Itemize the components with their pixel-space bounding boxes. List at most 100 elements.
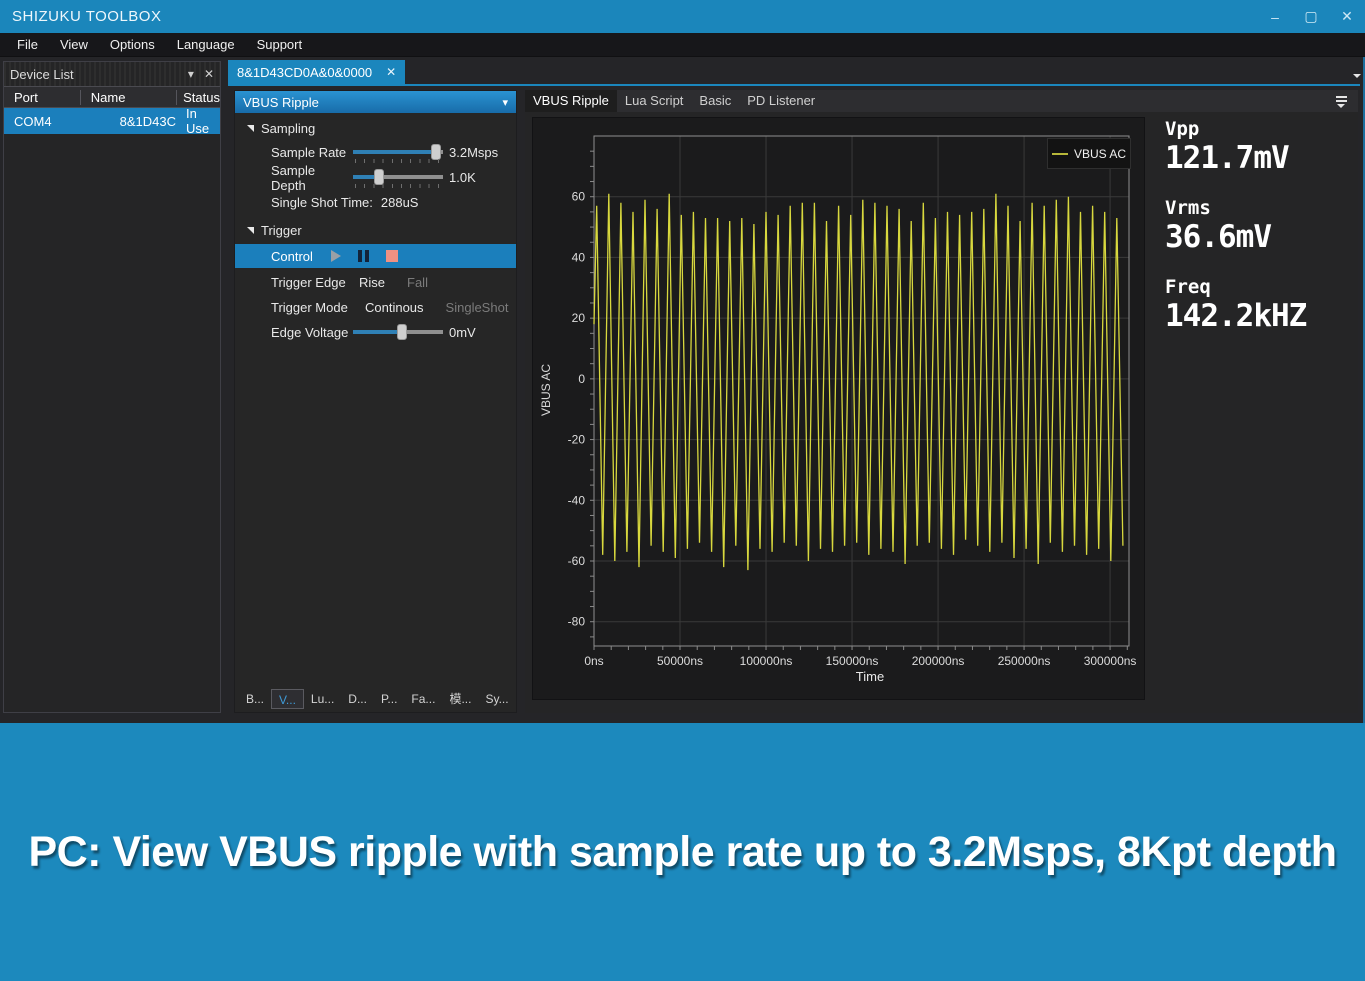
x-tick-label: 0ns [584, 654, 603, 668]
title-bar: SHIZUKU TOOLBOX – ▢ ✕ [0, 0, 1365, 33]
tab-vbus-ripple[interactable]: VBUS Ripple [525, 90, 617, 112]
menu-language[interactable]: Language [166, 33, 246, 57]
y-axis-label: VBUS AC [539, 355, 553, 425]
y-tick-label: -80 [568, 615, 586, 629]
menu-file[interactable]: File [6, 33, 49, 57]
trigger-control-row[interactable]: Control [235, 244, 516, 268]
signal-select-combobox[interactable]: VBUS Ripple ▾ [235, 91, 516, 113]
tab-lua-script[interactable]: Lua Script [617, 90, 692, 112]
content-area: Device List ▾ ✕ Port Name Status COM4 8&… [0, 57, 1365, 723]
pause-icon[interactable] [358, 250, 369, 262]
x-axis-label: Time [533, 669, 1146, 684]
vpp-reading: Vpp 121.7mV [1165, 118, 1306, 176]
device-list-header: Device List ▾ ✕ [4, 62, 220, 86]
sample-rate-value: 3.2Msps [449, 145, 498, 160]
measurement-readings: Vpp 121.7mV Vrms 36.6mV Freq 142.2kHZ [1165, 118, 1306, 355]
x-tick-label: 50000ns [657, 654, 703, 668]
close-icon[interactable]: ✕ [1329, 0, 1365, 33]
plot-frame [594, 136, 1129, 646]
single-shot-value: 288uS [381, 195, 419, 210]
document-tab[interactable]: 8&1D43CD0A&0&0000 ✕ [228, 60, 405, 84]
panel-close-icon[interactable]: ✕ [204, 67, 214, 81]
workspace-panel: VBUS Ripple Lua Script Basic PD Listener… [525, 90, 1358, 713]
y-tick-label: 0 [578, 372, 585, 386]
column-status[interactable]: Status [177, 90, 220, 105]
device-status: In Use [180, 106, 220, 136]
slider-thumb[interactable] [374, 169, 384, 185]
play-icon[interactable] [331, 250, 341, 262]
y-tick-label: 40 [572, 250, 586, 264]
column-port[interactable]: Port [4, 90, 81, 105]
mini-tab-fa[interactable]: Fa... [404, 689, 442, 709]
sample-rate-slider[interactable] [353, 142, 443, 164]
ripple-chart: 6040200-20-40-60-800ns50000ns100000ns150… [532, 117, 1145, 700]
device-list-title: Device List [10, 67, 74, 82]
legend-line-swatch [1052, 153, 1068, 155]
sample-rate-row: Sample Rate 3.2Msps [235, 140, 516, 165]
mini-tab-lua[interactable]: Lu... [304, 689, 341, 709]
y-tick-label: -60 [568, 554, 586, 568]
sample-depth-slider[interactable] [353, 167, 443, 189]
device-row[interactable]: COM4 8&1D43C In Use [4, 108, 220, 134]
chart-legend: VBUS AC [1047, 138, 1131, 169]
tab-close-icon[interactable]: ✕ [386, 65, 396, 79]
banner-text: PC: View VBUS ripple with sample rate up… [28, 828, 1336, 877]
menu-support[interactable]: Support [246, 33, 314, 57]
menu-options[interactable]: Options [99, 33, 166, 57]
minimize-icon[interactable]: – [1257, 0, 1293, 33]
vrms-reading: Vrms 36.6mV [1165, 197, 1306, 255]
mini-tab-d[interactable]: D... [341, 689, 374, 709]
sampling-section-label: Sampling [261, 121, 315, 136]
properties-bottom-tabs: B... V... Lu... D... P... Fa... 模... Sy.… [239, 689, 516, 709]
trigger-edge-rise-option[interactable]: Rise [359, 275, 385, 290]
freq-label: Freq [1165, 276, 1306, 298]
mini-tab-p[interactable]: P... [374, 689, 404, 709]
vpp-value: 121.7mV [1165, 140, 1306, 176]
vrms-value: 36.6mV [1165, 219, 1306, 255]
freq-value: 142.2kHZ [1165, 298, 1306, 334]
y-tick-label: -40 [568, 493, 586, 507]
mini-tab-sy[interactable]: Sy... [478, 689, 515, 709]
trigger-edge-fall-option[interactable]: Fall [407, 275, 428, 290]
document-tab-label: 8&1D43CD0A&0&0000 [237, 65, 372, 80]
tab-pd-listener[interactable]: PD Listener [739, 90, 823, 112]
trigger-edge-label: Trigger Edge [271, 275, 359, 290]
chart-canvas[interactable]: 6040200-20-40-60-800ns50000ns100000ns150… [533, 118, 1146, 701]
device-port: COM4 [4, 114, 82, 129]
sampling-section-header[interactable]: Sampling [235, 116, 516, 140]
promo-banner: PC: View VBUS ripple with sample rate up… [0, 723, 1365, 981]
edge-voltage-value: 0mV [449, 325, 476, 340]
column-name[interactable]: Name [81, 90, 177, 105]
window-title: SHIZUKU TOOLBOX [0, 8, 161, 25]
combobox-caret-icon: ▾ [502, 96, 508, 109]
slider-thumb[interactable] [431, 144, 441, 160]
x-tick-label: 150000ns [826, 654, 879, 668]
mini-tab-basic[interactable]: B... [239, 689, 271, 709]
tab-basic[interactable]: Basic [691, 90, 739, 112]
combobox-value: VBUS Ripple [243, 95, 319, 110]
panel-dropdown-icon[interactable]: ▾ [188, 67, 194, 81]
mini-tab-vbus[interactable]: V... [271, 689, 304, 709]
mini-tab-mo[interactable]: 模... [442, 689, 478, 709]
trigger-mode-singleshot-option[interactable]: SingleShot [446, 300, 509, 315]
window-controls: – ▢ ✕ [1257, 0, 1365, 33]
x-tick-label: 300000ns [1084, 654, 1137, 668]
maximize-icon[interactable]: ▢ [1293, 0, 1329, 33]
trigger-section-header[interactable]: Trigger [235, 218, 516, 242]
stop-icon[interactable] [386, 250, 398, 262]
expander-icon [247, 125, 254, 132]
menu-bar: File View Options Language Support [0, 33, 1365, 57]
trigger-mode-continous-option[interactable]: Continous [365, 300, 424, 315]
trigger-edge-row: Trigger Edge Rise Fall [235, 270, 516, 295]
edge-voltage-row: Edge Voltage 0mV [235, 320, 516, 345]
menu-view[interactable]: View [49, 33, 99, 57]
slider-thumb[interactable] [397, 324, 407, 340]
vrms-label: Vrms [1165, 197, 1306, 219]
x-tick-label: 250000ns [998, 654, 1051, 668]
workspace-menu-icon[interactable] [1335, 96, 1348, 107]
legend-label: VBUS AC [1074, 147, 1126, 161]
expander-icon [247, 227, 254, 234]
y-tick-label: -20 [568, 433, 586, 447]
edge-voltage-slider[interactable] [353, 322, 443, 344]
y-tick-label: 60 [572, 190, 586, 204]
